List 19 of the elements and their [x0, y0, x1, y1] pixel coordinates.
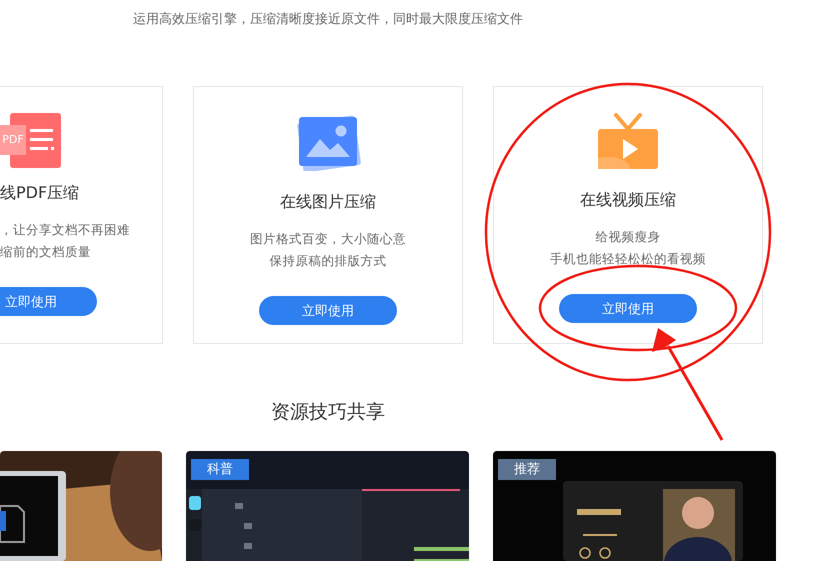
- tool-description: 手机也能轻轻松松的看视频: [550, 250, 706, 268]
- use-now-button[interactable]: 立即使用: [559, 294, 697, 323]
- tool-description: 图片格式百变，大小随心意: [250, 230, 406, 248]
- category-tag: 推荐: [498, 459, 556, 480]
- section-title: 资源技巧共享: [270, 400, 386, 425]
- tool-description: 缩前的文档质量: [0, 243, 91, 261]
- tool-title: 在线视频压缩: [580, 189, 676, 211]
- tagline-text: 运用高效压缩引擎，压缩清晰度接近原文件，同时最大限度压缩文件: [132, 11, 524, 28]
- category-tag: 科普: [191, 459, 249, 480]
- tool-description: ，让分享文档不再困难: [0, 221, 130, 239]
- pdf-label: PDF: [0, 125, 26, 155]
- tool-description: 保持原稿的排版方式: [270, 252, 386, 270]
- tv-icon: [598, 113, 658, 169]
- image-icon: [296, 115, 362, 171]
- use-now-button[interactable]: 立即使用: [0, 287, 97, 316]
- use-now-button[interactable]: 立即使用: [259, 296, 397, 325]
- tool-title: 线PDF压缩: [0, 182, 80, 204]
- tool-description: 给视频瘦身: [596, 228, 660, 246]
- tool-title: 在线图片压缩: [280, 191, 376, 213]
